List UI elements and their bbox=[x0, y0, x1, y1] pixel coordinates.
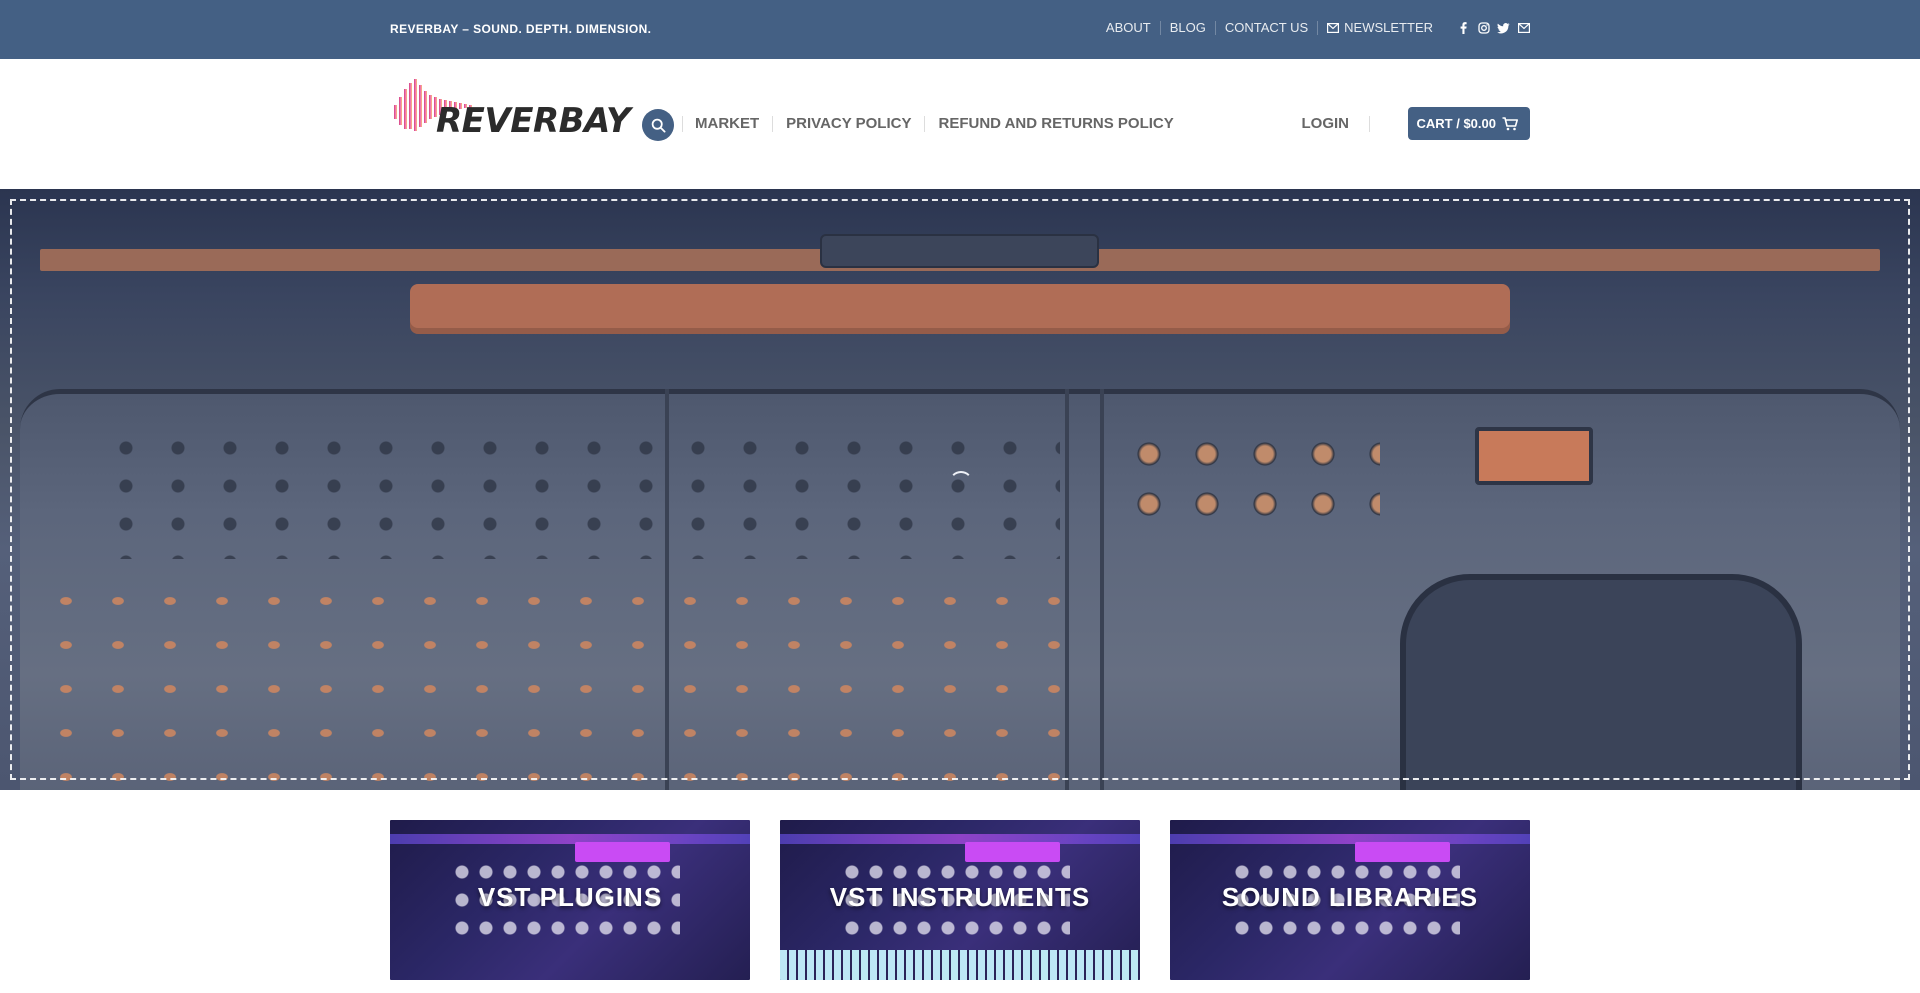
card-deco bbox=[390, 834, 750, 844]
category-label: SOUND LIBRARIES bbox=[1221, 882, 1479, 912]
social-links bbox=[1450, 22, 1530, 35]
cart-icon bbox=[1502, 116, 1518, 130]
search-button[interactable] bbox=[642, 109, 674, 141]
cart-label: CART / $0.00 bbox=[1416, 116, 1496, 131]
cart-button[interactable]: CART / $0.00 bbox=[1407, 107, 1530, 140]
category-card-vst-instruments[interactable]: VST INSTRUMENTS bbox=[780, 820, 1140, 980]
site-logo[interactable]: REVERBAY bbox=[390, 75, 631, 143]
piano-keys-graphic bbox=[780, 950, 1140, 980]
nav-market[interactable]: MARKET bbox=[682, 116, 772, 132]
nav-privacy-policy[interactable]: PRIVACY POLICY bbox=[772, 116, 924, 132]
main-nav: MARKET PRIVACY POLICY REFUND AND RETURNS… bbox=[682, 116, 1187, 132]
hero-banner bbox=[0, 189, 1920, 790]
mail-icon[interactable] bbox=[1517, 22, 1530, 35]
category-label: VST PLUGINS bbox=[477, 882, 663, 912]
site-tagline: REVERBAY – SOUND. DEPTH. DIMENSION. bbox=[390, 22, 652, 36]
card-deco bbox=[1170, 834, 1530, 844]
nav-refund-policy[interactable]: REFUND AND RETURNS POLICY bbox=[924, 116, 1186, 132]
card-deco bbox=[780, 834, 1140, 844]
top-link-about[interactable]: ABOUT bbox=[1097, 21, 1160, 35]
twitter-icon[interactable] bbox=[1497, 22, 1510, 35]
top-link-blog[interactable]: BLOG bbox=[1159, 21, 1215, 35]
top-bar: REVERBAY – SOUND. DEPTH. DIMENSION. ABOU… bbox=[0, 0, 1920, 59]
search-icon bbox=[651, 118, 665, 132]
top-link-newsletter[interactable]: NEWSLETTER bbox=[1317, 21, 1442, 35]
newsletter-label: NEWSLETTER bbox=[1344, 20, 1433, 35]
logo-wordmark: REVERBAY bbox=[436, 101, 631, 141]
instagram-icon[interactable] bbox=[1477, 22, 1490, 35]
envelope-icon bbox=[1327, 23, 1340, 33]
facebook-icon[interactable] bbox=[1457, 22, 1470, 35]
top-link-contact[interactable]: CONTACT US bbox=[1214, 21, 1317, 35]
login-link[interactable]: LOGIN bbox=[1302, 116, 1370, 132]
hero-dashed-frame bbox=[10, 199, 1910, 780]
site-header: REVERBAY MARKET PRIVACY POLICY REFUND AN… bbox=[0, 59, 1920, 189]
category-label: VST INSTRUMENTS bbox=[829, 882, 1091, 912]
category-card-vst-plugins[interactable]: VST PLUGINS bbox=[390, 820, 750, 980]
top-nav: ABOUT BLOG CONTACT US NEWSLETTER bbox=[1097, 21, 1530, 35]
category-card-sound-libraries[interactable]: SOUND LIBRARIES bbox=[1170, 820, 1530, 980]
category-cards: VST PLUGINS VST INSTRUMENTS SOUND LIBRAR… bbox=[0, 820, 1920, 980]
